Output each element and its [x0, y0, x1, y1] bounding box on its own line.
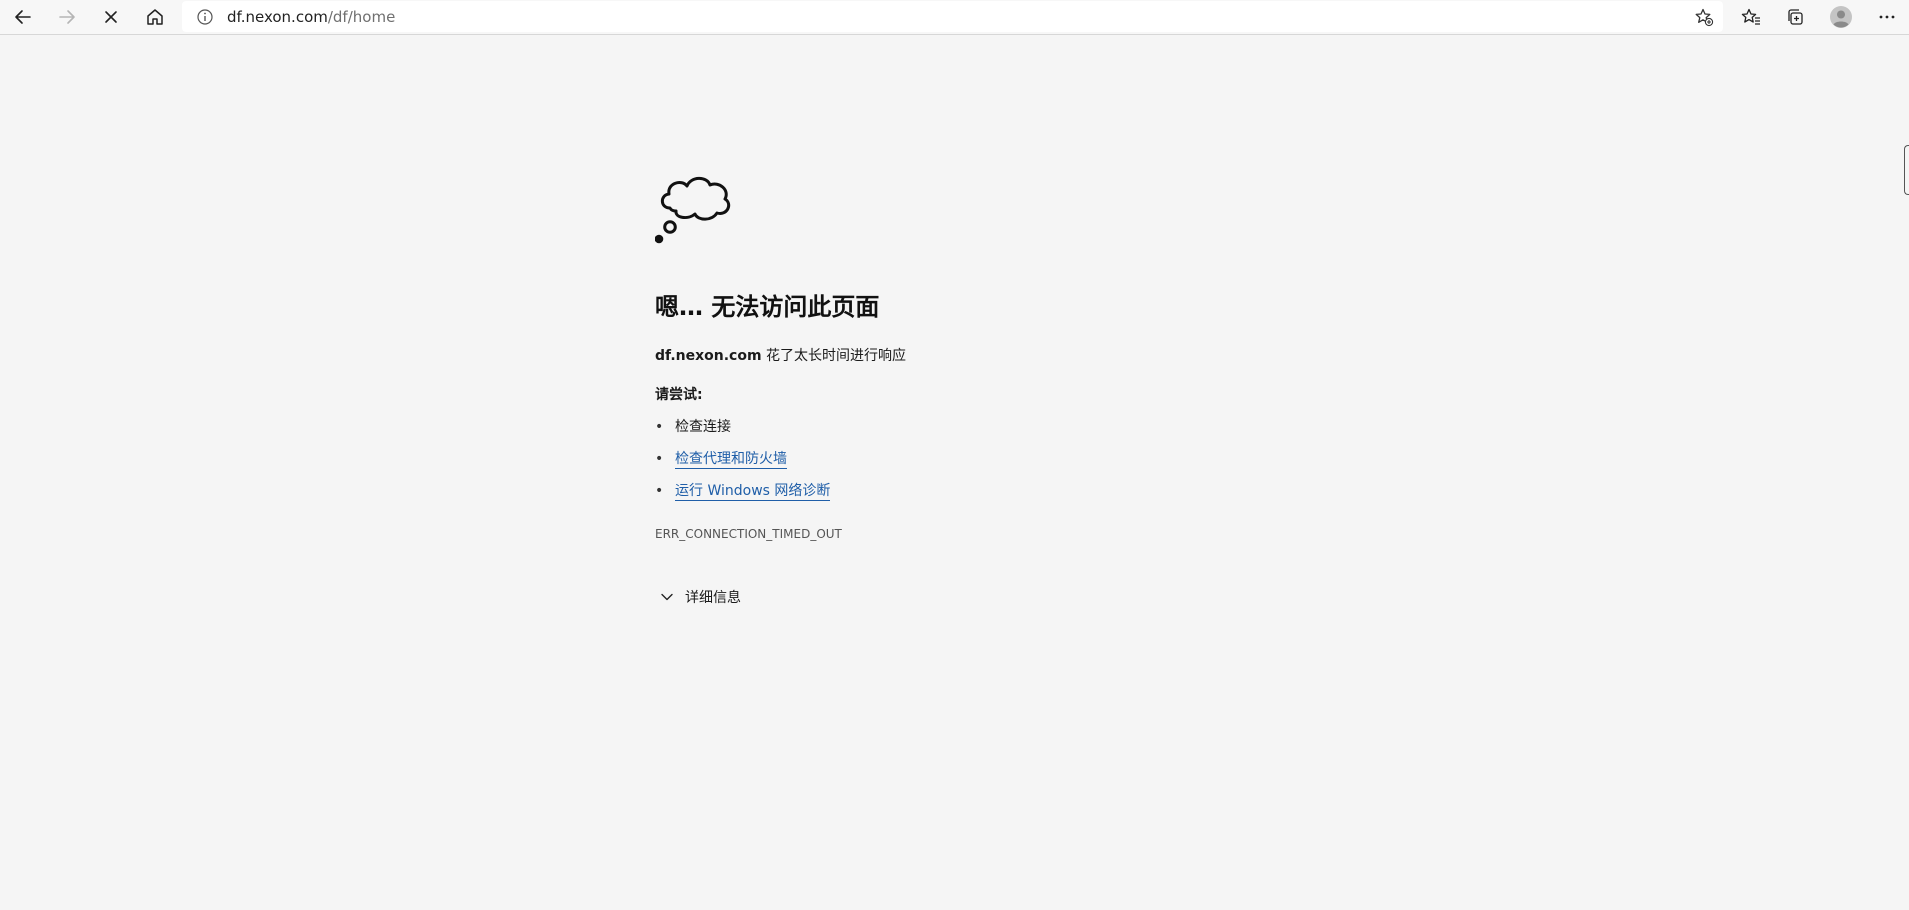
suggestion-network-diagnostics: • 运行 Windows 网络诊断	[655, 481, 831, 501]
error-code: ERR_CONNECTION_TIMED_OUT	[655, 527, 842, 541]
more-menu-icon	[1879, 15, 1895, 19]
home-button[interactable]	[140, 2, 170, 32]
stop-loading-icon	[105, 11, 117, 23]
collections-icon	[1788, 9, 1803, 25]
collections-button[interactable]	[1780, 2, 1810, 32]
bullet: •	[655, 419, 664, 435]
site-info-icon[interactable]	[194, 6, 216, 28]
home-icon	[147, 9, 163, 25]
error-message-text: 花了太长时间进行响应	[761, 348, 907, 364]
browser-toolbar: df.nexon.com/df/home	[0, 0, 1909, 35]
try-label: 请尝试:	[655, 387, 703, 403]
suggestion-check-connection: • 检查连接	[655, 417, 731, 437]
profile-avatar-icon	[1830, 6, 1852, 28]
address-url[interactable]: df.nexon.com/df/home	[227, 7, 395, 27]
address-domain: df.nexon.com	[227, 8, 328, 26]
error-title: 嗯… 无法访问此页面	[655, 293, 880, 321]
more-menu-button[interactable]	[1872, 2, 1902, 32]
bullet: •	[655, 483, 664, 499]
forward-arrow-icon	[59, 10, 75, 24]
address-path: /df/home	[327, 8, 396, 26]
side-panel-tab[interactable]	[1904, 145, 1909, 195]
profile-button[interactable]	[1826, 2, 1856, 32]
forward-button[interactable]	[52, 2, 82, 32]
error-message: df.nexon.com 花了太长时间进行响应	[655, 346, 906, 366]
details-label: 详细信息	[685, 590, 741, 606]
add-favorite-icon[interactable]	[1693, 6, 1715, 28]
thought-cloud-icon	[655, 176, 731, 244]
chevron-down-icon	[658, 588, 676, 606]
suggestion-check-proxy-firewall: • 检查代理和防火墙	[655, 449, 787, 469]
suggestion-text: 检查连接	[675, 419, 731, 435]
favorites-button[interactable]	[1736, 2, 1766, 32]
stop-button[interactable]	[96, 2, 126, 32]
back-button[interactable]	[8, 2, 38, 32]
address-bar[interactable]: df.nexon.com/df/home	[182, 1, 1723, 32]
network-diagnostics-link[interactable]: 运行 Windows 网络诊断	[675, 483, 831, 501]
check-proxy-firewall-link[interactable]: 检查代理和防火墙	[675, 451, 787, 469]
error-host: df.nexon.com	[655, 348, 762, 364]
bullet: •	[655, 451, 664, 467]
back-arrow-icon	[15, 10, 31, 24]
favorites-icon	[1741, 8, 1760, 25]
details-toggle-button[interactable]: 详细信息	[655, 586, 741, 608]
